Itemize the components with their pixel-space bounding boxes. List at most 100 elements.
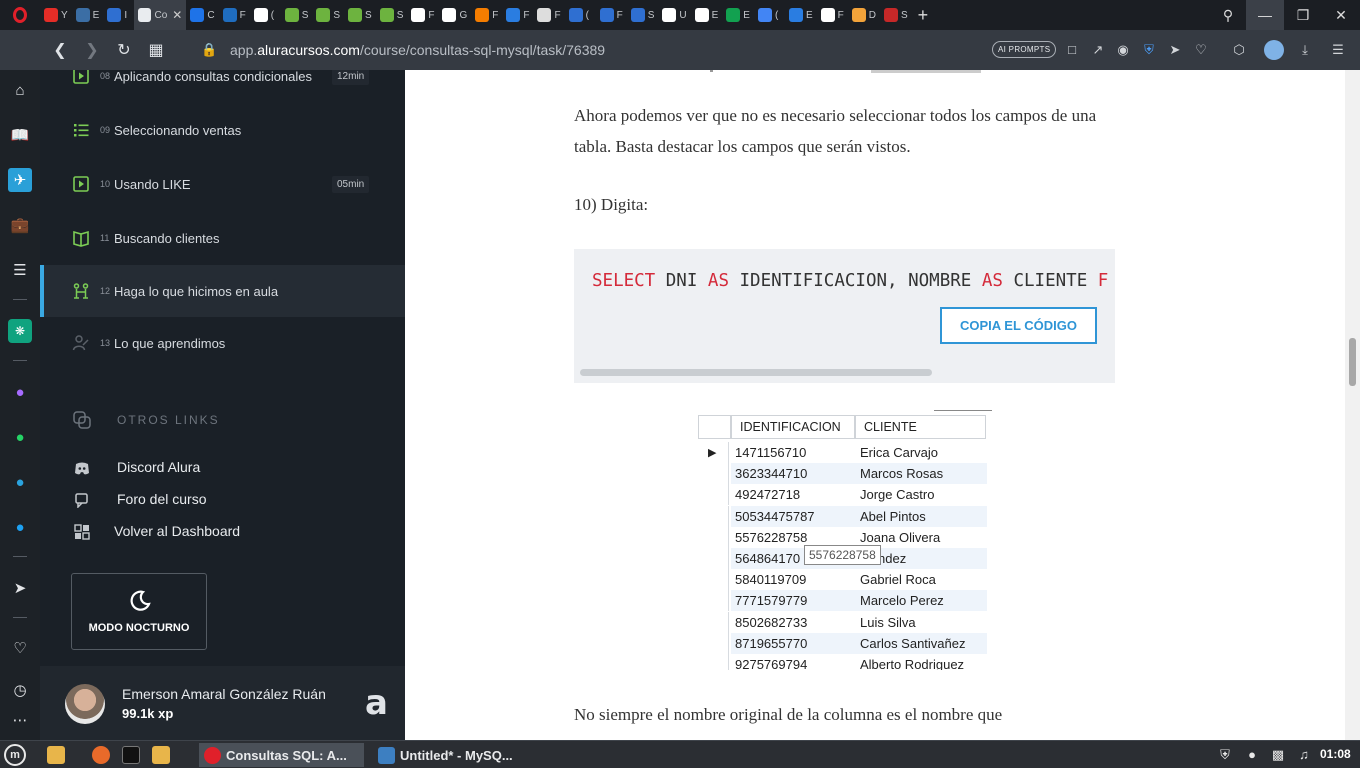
chatgpt-icon[interactable]: ❋: [8, 319, 32, 343]
forward-button[interactable]: ❯: [76, 30, 108, 70]
user-icon[interactable]: ●: [1244, 747, 1260, 763]
scrollbar-thumb[interactable]: [1349, 338, 1356, 386]
mint-menu-icon[interactable]: m: [4, 744, 26, 766]
new-tab-button[interactable]: +: [918, 5, 929, 26]
browser-tab[interactable]: Co ✕: [134, 0, 187, 30]
tab-title: Y: [61, 9, 68, 21]
network-icon[interactable]: ▩: [1270, 747, 1286, 763]
other-link[interactable]: Foro del curso: [40, 491, 340, 511]
browser-tab[interactable]: F: [471, 0, 502, 30]
download-icon[interactable]: ⤓: [1297, 42, 1313, 58]
lesson-item[interactable]: 10 Usando LIKE 05min: [40, 158, 405, 210]
other-link[interactable]: Volver al Dashboard: [40, 523, 340, 543]
browser-tab[interactable]: S: [880, 0, 912, 30]
home-icon[interactable]: ⌂: [8, 78, 32, 102]
tab-grid-button[interactable]: ▦: [140, 30, 172, 70]
cell-cliente: Carlos Santivañez: [860, 635, 966, 651]
telegram-icon[interactable]: ●: [8, 470, 32, 494]
taskbar-window[interactable]: Untitled* - MySQ...: [373, 743, 538, 767]
browser-tab[interactable]: E: [691, 0, 723, 30]
browser-tab[interactable]: C: [186, 0, 218, 30]
lesson-item[interactable]: 09 Seleccionando ventas: [40, 104, 405, 156]
profile-card[interactable]: Emerson Amaral González Ruán 99.1k xp a: [40, 666, 405, 740]
camera-icon[interactable]: ◉: [1115, 42, 1131, 58]
back-button[interactable]: ❮: [44, 30, 76, 70]
browser-tab[interactable]: F: [817, 0, 848, 30]
sql-code[interactable]: SELECT DNI AS IDENTIFICACION, NOMBRE AS …: [592, 271, 1108, 291]
browser-tab[interactable]: F: [219, 0, 250, 30]
copy-code-button[interactable]: COPIA EL CÓDIGO: [940, 307, 1097, 344]
twitter-icon[interactable]: ●: [8, 515, 32, 539]
opera-menu-button[interactable]: [0, 0, 40, 30]
lesson-item[interactable]: 11 Buscando clientes: [40, 212, 405, 264]
close-window-button[interactable]: ✕: [1322, 0, 1360, 30]
alura-logo-icon[interactable]: a: [365, 686, 388, 720]
share-icon[interactable]: ↗: [1090, 42, 1106, 58]
files-icon[interactable]: [47, 746, 65, 764]
whatsapp-icon[interactable]: ●: [8, 425, 32, 449]
minimize-button[interactable]: —: [1246, 0, 1284, 30]
vpn-shield-icon[interactable]: ⛨: [1141, 42, 1157, 58]
code-scrollbar[interactable]: [580, 369, 932, 376]
messenger-icon[interactable]: ●: [8, 380, 32, 404]
browser-tab[interactable]: S: [344, 0, 376, 30]
browser-tab[interactable]: (: [565, 0, 596, 30]
close-tab-icon[interactable]: ✕: [172, 8, 182, 22]
browser-tab[interactable]: E: [72, 0, 104, 30]
browser-tab[interactable]: D: [848, 0, 880, 30]
volume-icon[interactable]: ♫: [1296, 747, 1312, 763]
terminal-icon[interactable]: [122, 746, 140, 764]
workspaces-icon[interactable]: 💼: [8, 213, 32, 237]
lesson-title: Buscando clientes: [114, 230, 220, 246]
folder-icon[interactable]: [152, 746, 170, 764]
browser-tab[interactable]: G: [438, 0, 471, 30]
browser-tab[interactable]: S: [376, 0, 408, 30]
url-text: app.aluracursos.com/course/consultas-sql…: [230, 42, 606, 58]
ai-prompts-button[interactable]: AI PROMPTS: [992, 41, 1057, 58]
browser-tab[interactable]: F: [502, 0, 533, 30]
bookmarks-icon[interactable]: 📖: [8, 123, 32, 147]
browser-tab[interactable]: U: [658, 0, 690, 30]
browser-tab[interactable]: S: [312, 0, 344, 30]
browser-tab[interactable]: F: [407, 0, 438, 30]
flow-icon[interactable]: ✈: [8, 168, 32, 192]
maximize-button[interactable]: ❐: [1284, 0, 1322, 30]
browser-tab[interactable]: Y: [40, 0, 72, 30]
avatar[interactable]: [65, 684, 105, 724]
browser-tab[interactable]: I: [103, 0, 134, 30]
browser-tab[interactable]: (: [250, 0, 281, 30]
more-icon[interactable]: ⋯: [8, 708, 32, 732]
easy-setup-icon[interactable]: ☰: [1330, 42, 1346, 58]
tab-title: E: [805, 9, 813, 21]
browser-tab[interactable]: S: [281, 0, 313, 30]
taskbar-window[interactable]: Consultas SQL: A...: [199, 743, 364, 767]
reload-button[interactable]: ↻: [108, 30, 140, 70]
heart-icon[interactable]: ♡: [8, 636, 32, 660]
shield-icon[interactable]: ⛨: [1217, 747, 1233, 763]
lesson-item[interactable]: 12 Haga lo que hicimos en aula: [40, 265, 405, 317]
heart-icon[interactable]: ♡: [1193, 42, 1209, 58]
browser-tab[interactable]: F: [533, 0, 564, 30]
firefox-icon[interactable]: [92, 746, 110, 764]
night-mode-button[interactable]: MODO NOCTURNO: [71, 573, 207, 650]
history-icon[interactable]: ◷: [8, 678, 32, 702]
browser-tab[interactable]: (: [754, 0, 785, 30]
page-scrollbar[interactable]: [1345, 70, 1360, 740]
search-tabs-icon[interactable]: ⚲: [1209, 0, 1247, 30]
lesson-item[interactable]: 08 Aplicando consultas condicionales 12min: [40, 70, 405, 102]
send-icon[interactable]: ➤: [8, 576, 32, 600]
profile-icon[interactable]: [1264, 40, 1284, 60]
browser-tab[interactable]: E: [722, 0, 754, 30]
browser-tab[interactable]: S: [627, 0, 659, 30]
video-icon: [73, 70, 89, 84]
lesson-number: 13: [100, 338, 111, 348]
browser-tab[interactable]: E: [785, 0, 817, 30]
tasks-icon[interactable]: ☰: [8, 258, 32, 282]
browser-tab[interactable]: F: [596, 0, 627, 30]
other-link[interactable]: Discord Alura: [40, 459, 340, 479]
reader-icon[interactable]: □: [1064, 42, 1080, 58]
send-icon[interactable]: ➤: [1167, 42, 1183, 58]
lesson-item[interactable]: 13 Lo que aprendimos: [40, 317, 405, 369]
extensions-icon[interactable]: ⬡: [1231, 42, 1247, 58]
query-result-image: IDENTIFICACION CLIENTE 1471156710 Erica C…: [697, 410, 993, 670]
